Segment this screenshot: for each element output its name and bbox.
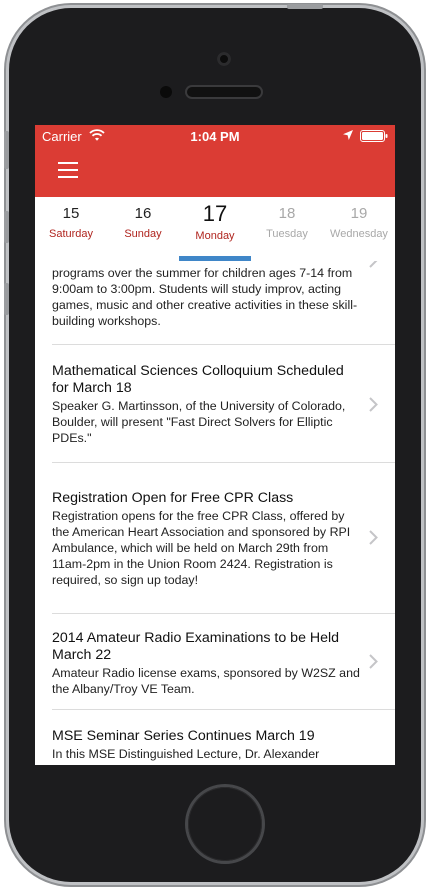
date-weekday: Wednesday: [330, 228, 388, 240]
date-weekday: Sunday: [124, 228, 162, 240]
event-description: Speaker G. Martinsson, of the University…: [52, 399, 346, 445]
volume-up-button[interactable]: [4, 211, 9, 243]
volume-down-button[interactable]: [4, 283, 9, 315]
date-number: 19: [350, 205, 368, 222]
event-description: Registration opens for the free CPR Clas…: [52, 509, 351, 587]
app-screen: Carrier 1:04 PM 15 Saturday 16 Sunday 17…: [35, 125, 395, 765]
list-item[interactable]: MSE Seminar Series Continues March 19 In…: [35, 710, 395, 765]
navigation-bar: [35, 147, 395, 197]
list-item[interactable]: Registration Open for Free CPR Class Reg…: [35, 463, 395, 614]
event-title: Mathematical Sciences Colloquium Schedul…: [52, 363, 344, 396]
event-title: 2014 Amateur Radio Examinations to be He…: [52, 630, 340, 663]
hamburger-menu-icon[interactable]: [58, 162, 78, 178]
earpiece-speaker: [187, 87, 261, 97]
chevron-right-icon: [369, 397, 378, 412]
list-item[interactable]: Mathematical Sciences Colloquium Schedul…: [35, 345, 395, 463]
status-time: 1:04 PM: [190, 129, 240, 144]
event-title: Registration Open for Free CPR Class: [52, 490, 294, 506]
chevron-right-icon: [369, 261, 378, 268]
chevron-right-icon: [369, 654, 378, 669]
event-description: Amateur Radio license exams, sponsored b…: [52, 666, 360, 696]
proximity-sensor: [160, 86, 172, 98]
date-number: 16: [134, 205, 152, 222]
date-number: 15: [62, 205, 80, 222]
location-arrow-icon: [343, 130, 353, 140]
date-selector: 15 Saturday 16 Sunday 17 Monday 18 Tuesd…: [35, 197, 395, 261]
event-title: MSE Seminar Series Continues March 19: [52, 728, 315, 744]
mute-switch[interactable]: [4, 131, 9, 169]
date-number: 17: [202, 201, 228, 226]
event-description: programs over the summer for children ag…: [52, 266, 358, 328]
date-number: 18: [278, 205, 296, 222]
date-tab-saturday[interactable]: 15 Saturday: [35, 197, 107, 261]
date-tab-sunday[interactable]: 16 Sunday: [107, 197, 179, 261]
home-button[interactable]: [188, 787, 262, 861]
battery-icon: [360, 130, 388, 142]
event-description: In this MSE Distinguished Lecture, Dr. A…: [52, 747, 320, 761]
event-list: programs over the summer for children ag…: [35, 261, 395, 765]
chevron-right-icon: [369, 530, 378, 545]
date-tab-monday[interactable]: 17 Monday: [179, 197, 251, 261]
front-camera: [217, 52, 231, 66]
status-bar: Carrier 1:04 PM: [35, 125, 395, 147]
date-tab-tuesday[interactable]: 18 Tuesday: [251, 197, 323, 261]
date-weekday: Monday: [195, 230, 235, 242]
date-tab-wednesday[interactable]: 19 Wednesday: [323, 197, 395, 261]
date-weekday: Saturday: [48, 228, 94, 240]
date-weekday: Tuesday: [266, 228, 308, 240]
list-item[interactable]: 2014 Amateur Radio Examinations to be He…: [35, 614, 395, 710]
power-button[interactable]: [287, 4, 323, 9]
list-item[interactable]: programs over the summer for children ag…: [35, 261, 395, 345]
